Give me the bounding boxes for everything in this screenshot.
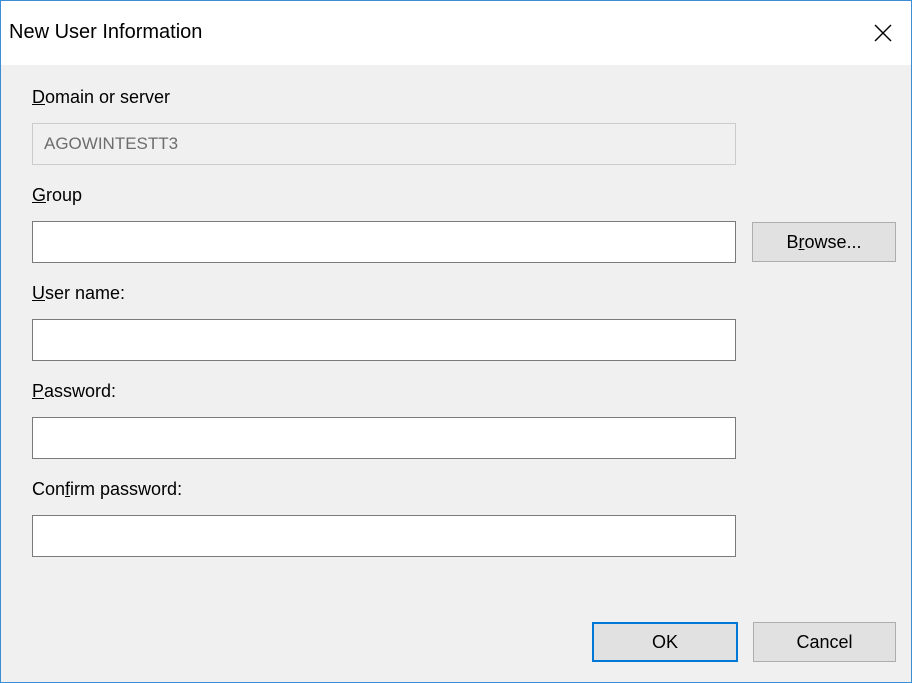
title-bar: New User Information [1,1,911,65]
domain-label: Domain or server [32,87,170,108]
password-label-post: assword: [44,381,117,401]
username-label-accesskey: U [32,283,45,303]
confirm-label-pre: Con [32,479,66,499]
window-title: New User Information [9,21,203,43]
username-label: User name: [32,283,125,304]
password-field[interactable] [32,417,736,459]
group-label-post: roup [46,185,83,205]
browse-label-post: owse... [804,231,862,252]
group-field[interactable] [32,221,736,263]
browse-label-pre: B [786,231,799,252]
confirm-label-post: irm password: [70,479,183,499]
username-label-post: ser name: [45,283,126,303]
close-icon [874,24,892,42]
group-label-accesskey: G [32,185,47,205]
password-label: Password: [32,381,116,402]
username-field[interactable] [32,319,736,361]
password-label-accesskey: P [32,381,45,401]
domain-label-post: omain or server [45,87,171,107]
new-user-dialog: New User Information Domain or server Gr… [0,0,912,683]
browse-button[interactable]: Br owse... [752,222,896,262]
domain-label-accesskey: D [32,87,45,107]
confirm-password-field[interactable] [32,515,736,557]
group-label: Group [32,185,82,206]
ok-button[interactable]: OK [592,622,738,662]
cancel-button[interactable]: Cancel [753,622,896,662]
confirm-password-label: Confirm password: [32,479,182,500]
domain-field[interactable] [32,123,736,165]
close-button[interactable] [855,1,911,65]
